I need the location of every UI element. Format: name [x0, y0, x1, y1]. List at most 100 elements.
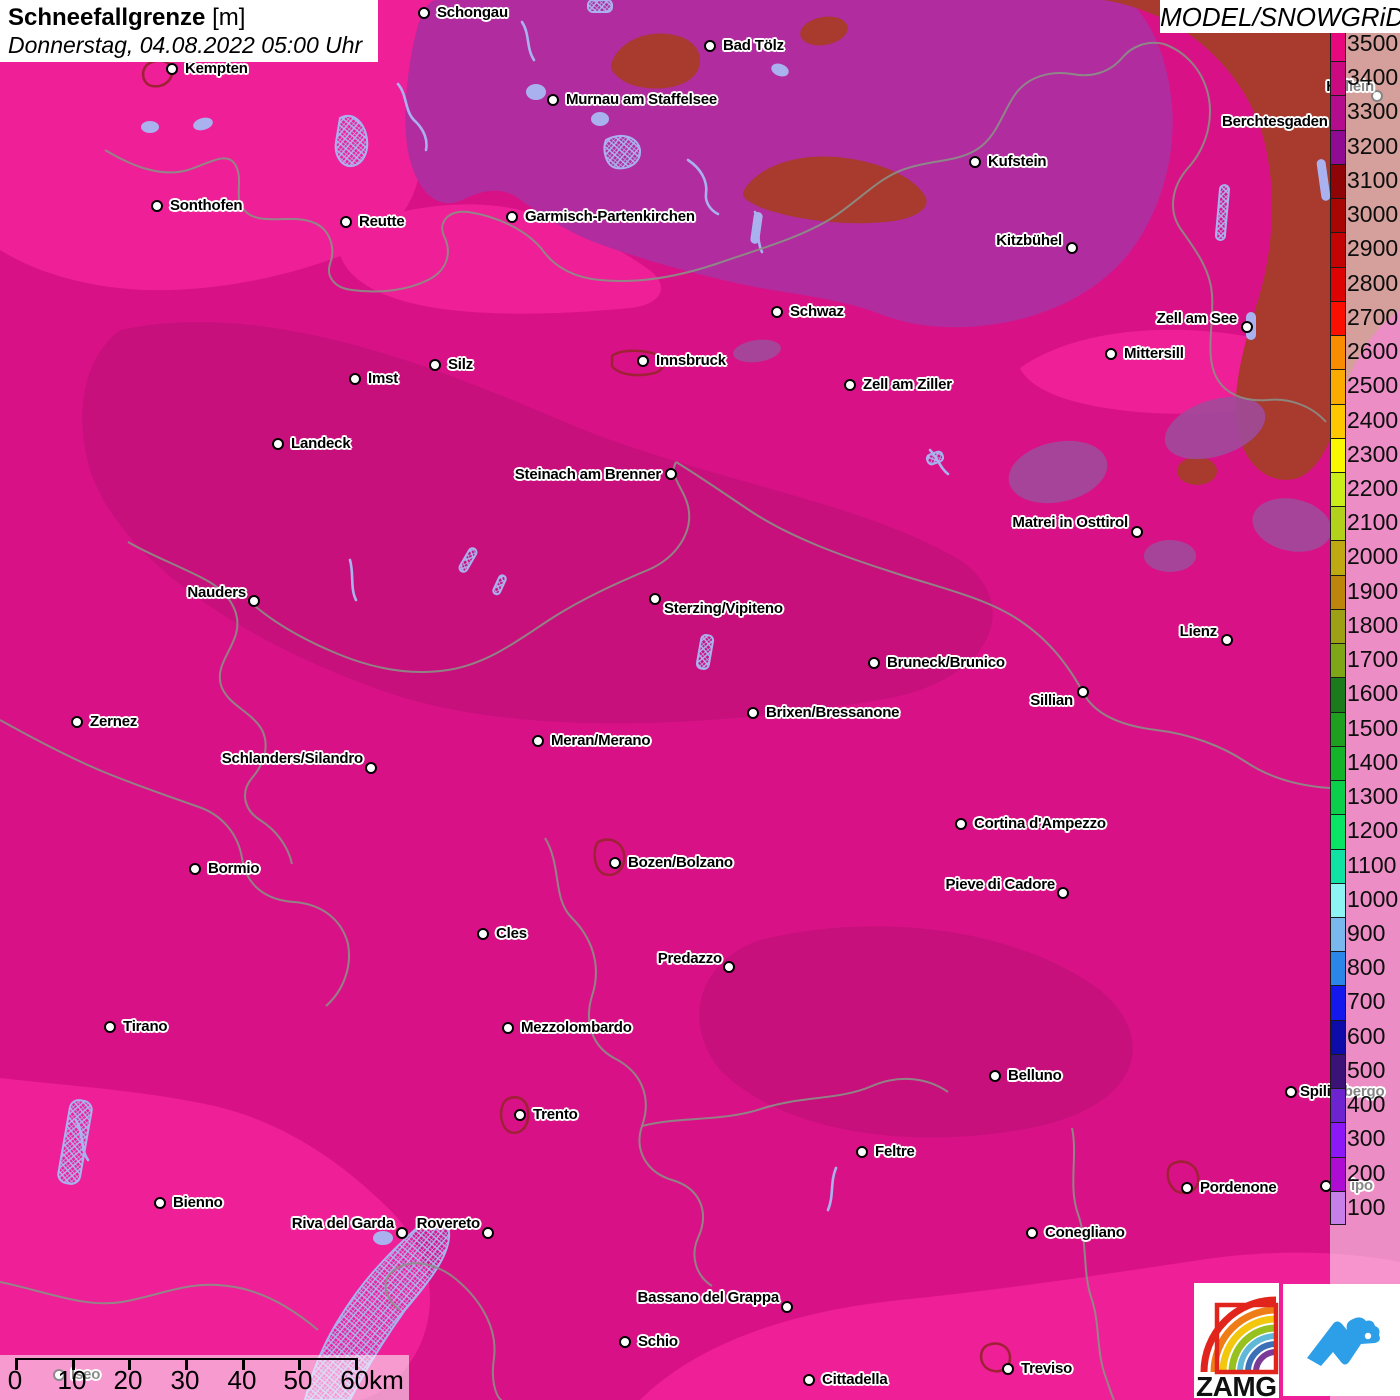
city-dot — [636, 354, 649, 367]
city-label: Sillian — [1030, 692, 1073, 709]
city-label: Reutte — [359, 213, 405, 230]
city-label: Bormio — [208, 860, 260, 877]
city-dot — [722, 960, 735, 973]
city-label: Schio — [638, 1333, 678, 1350]
title-unit: [m] — [212, 4, 246, 31]
model-label: MODEL/SNOWGRiD — [1160, 0, 1400, 33]
city-label: Lienz — [1179, 623, 1218, 640]
city-label: Brixen/Bressanone — [766, 704, 900, 721]
city-dot — [664, 467, 677, 480]
scale-bar: 0 10 20 30 40 50 60km — [0, 1355, 409, 1400]
city-label: Bad Tölz — [723, 37, 784, 54]
city-dot — [1104, 347, 1117, 360]
city-label: Zell am See — [1156, 310, 1238, 327]
city-dot — [843, 378, 856, 391]
city-dot — [1284, 1085, 1297, 1098]
city-dot — [1065, 241, 1078, 254]
city-dot — [1076, 685, 1089, 698]
city-dot — [802, 1373, 815, 1386]
city-label: Imst — [368, 370, 399, 387]
city-dot — [153, 1196, 166, 1209]
city-label: Zernez — [90, 713, 138, 730]
scale-tick-label: 50 — [283, 1365, 313, 1395]
city-label: Kufstein — [988, 153, 1047, 170]
city-label: Trento — [533, 1106, 578, 1123]
city-label: Conegliano — [1045, 1224, 1125, 1241]
city-dot — [513, 1108, 526, 1121]
city-dot — [531, 734, 544, 747]
city-label: Matrei in Osttirol — [1012, 514, 1128, 531]
city-label: Predazzo — [657, 950, 722, 967]
city-label: Sterzing/Vipiteno — [664, 600, 783, 617]
city-dot — [481, 1226, 494, 1239]
city-dot — [1056, 886, 1069, 899]
city-dot — [417, 6, 430, 19]
city-dot — [395, 1226, 408, 1239]
city-dot — [247, 594, 260, 607]
city-dot — [165, 62, 178, 75]
city-dot — [501, 1021, 514, 1034]
city-label: Bozen/Bolzano — [628, 854, 733, 871]
city-dot — [867, 656, 880, 669]
page-title: Schneefallgrenze [m] — [8, 4, 370, 32]
city-label: Cittadella — [822, 1371, 888, 1388]
city-label: Treviso — [1021, 1360, 1073, 1377]
city-label: Steinach am Brenner — [514, 466, 661, 483]
city-label: Garmisch-Partenkirchen — [525, 208, 695, 225]
city-dot — [1240, 320, 1253, 333]
city-label: Schongau — [437, 4, 508, 21]
city-label: Bienno — [173, 1194, 223, 1211]
city-label: Pieve di Cadore — [945, 876, 1055, 893]
scale-tick-label: 10 — [57, 1365, 87, 1395]
city-label: Belluno — [1008, 1067, 1062, 1084]
city-dot — [780, 1300, 793, 1313]
city-label: Zell am Ziller — [863, 376, 952, 393]
city-label: Mittersill — [1124, 345, 1184, 362]
city-label: Bassano del Grappa — [637, 1289, 780, 1306]
city-dot — [988, 1069, 1001, 1082]
city-marker-layer: SchongauBad TölzKemptenHalleinMurnau am … — [0, 0, 1400, 1400]
city-dot — [1025, 1226, 1038, 1239]
city-dot — [364, 761, 377, 774]
title-text: Schneefallgrenze — [8, 4, 206, 31]
city-label: Bruneck/Brunico — [887, 654, 1005, 671]
city-dot — [339, 215, 352, 228]
city-label: Rovereto — [416, 1215, 481, 1232]
city-label: Kempten — [185, 60, 248, 77]
zamg-logo: ZAMG — [1194, 1283, 1279, 1398]
city-label: Berchtesgaden — [1222, 113, 1328, 130]
city-dot — [188, 862, 201, 875]
city-label: Nauders — [187, 584, 246, 601]
zamg-logo-text: ZAMG — [1196, 1371, 1277, 1398]
city-dot — [428, 358, 441, 371]
city-label: Mezzolombardo — [521, 1019, 632, 1036]
city-dot — [70, 715, 83, 728]
city-label: Sonthofen — [170, 197, 243, 214]
scale-tick-label: 40 — [227, 1365, 257, 1395]
city-label: Schwaz — [790, 303, 844, 320]
title-box: Schneefallgrenze [m] Donnerstag, 04.08.2… — [0, 0, 378, 62]
city-dot — [770, 305, 783, 318]
city-label: Landeck — [291, 435, 351, 452]
city-label: Schlanders/Silandro — [221, 750, 363, 767]
scale-tick-label: 30 — [170, 1365, 200, 1395]
city-dot — [648, 592, 661, 605]
city-dot — [1180, 1181, 1193, 1194]
city-label: Cortina d'Ampezzo — [974, 815, 1106, 832]
city-dot — [855, 1145, 868, 1158]
city-dot — [546, 93, 559, 106]
city-dot — [1001, 1362, 1014, 1375]
title-datetime: Donnerstag, 04.08.2022 05:00 Uhr — [8, 32, 363, 58]
city-label: Cles — [496, 925, 527, 942]
city-dot — [150, 199, 163, 212]
city-label: Riva del Garda — [291, 1215, 394, 1232]
scale-tick-label: 20 — [113, 1365, 143, 1395]
snowfall-limit-map: SchongauBad TölzKemptenHalleinMurnau am … — [0, 0, 1400, 1400]
scale-tick-label: 60km — [340, 1365, 404, 1395]
city-label: Pordenone — [1200, 1179, 1277, 1196]
city-dot — [348, 372, 361, 385]
city-label: Tirano — [123, 1018, 168, 1035]
city-dot — [954, 817, 967, 830]
city-dot — [476, 927, 489, 940]
city-dot — [618, 1335, 631, 1348]
